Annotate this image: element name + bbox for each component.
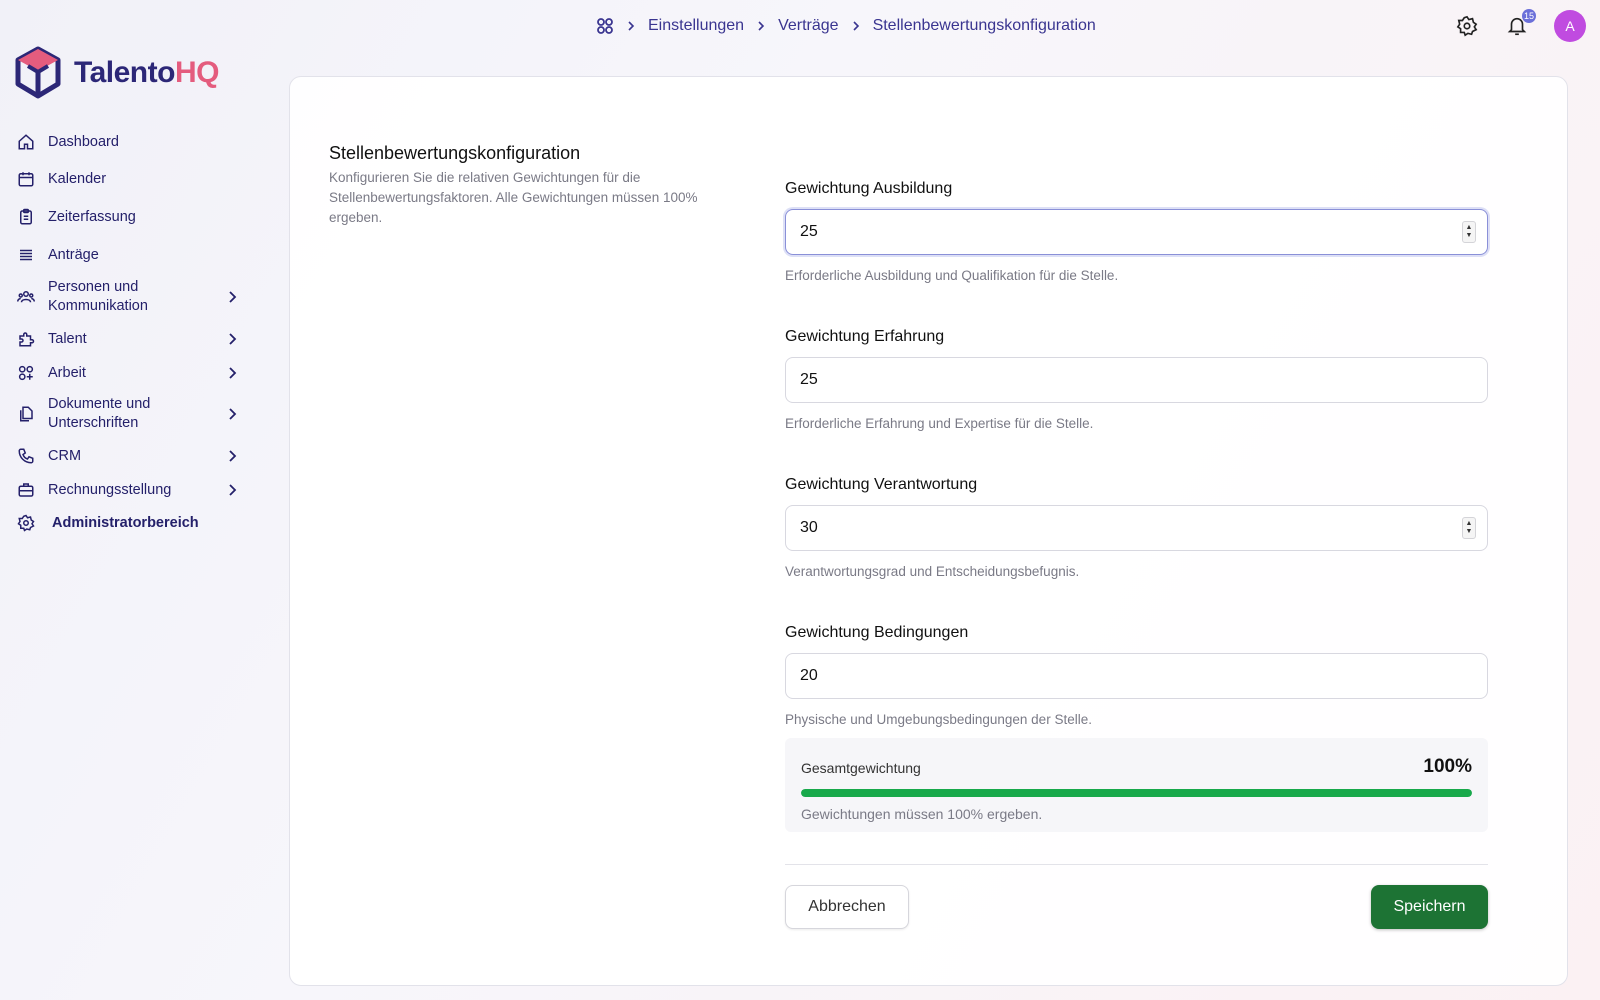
field-ausbildung: Gewichtung Ausbildung ▲▼ Erforderliche A… (785, 180, 1488, 283)
section-title: Stellenbewertungskonfiguration (329, 143, 581, 163)
stepper-down-icon[interactable]: ▼ (1466, 232, 1473, 240)
notifications-button[interactable]: 15 (1504, 9, 1536, 39)
sidebar-item-dashboard[interactable]: Dashboard (16, 132, 246, 152)
chevron-right-icon (229, 408, 237, 420)
sidebar-item-kalender[interactable]: Kalender (16, 169, 246, 189)
total-hint: Gewichtungen müssen 100% ergeben. (801, 806, 1043, 822)
calendar-icon (16, 169, 36, 189)
cancel-button[interactable]: Abbrechen (785, 885, 909, 929)
sidebar-item-talent[interactable]: Talent (16, 329, 246, 349)
input-wrapper: ▲▼ (785, 505, 1488, 551)
puzzle-icon (16, 329, 36, 349)
total-label: Gesamtgewichtung (801, 760, 921, 776)
field-verantwortung: Gewichtung Verantwortung ▲▼ Verantwortun… (785, 476, 1488, 579)
cube-logo-icon (15, 46, 61, 99)
field-label: Gewichtung Erfahrung (785, 328, 945, 345)
total-value: 100% (1423, 756, 1472, 777)
people-icon (16, 287, 36, 307)
briefcase-icon (16, 480, 36, 500)
avatar[interactable]: A (1554, 10, 1586, 42)
sidebar-item-crm[interactable]: CRM (16, 446, 246, 466)
number-stepper[interactable]: ▲ ▼ (1462, 517, 1476, 539)
sidebar-item-label: Dashboard (48, 133, 119, 150)
field-erfahrung: Gewichtung Erfahrung Erforderliche Erfah… (785, 328, 1488, 431)
field-label: Gewichtung Ausbildung (785, 180, 953, 197)
field-hint: Verantwortungsgrad und Entscheidungsbefu… (785, 564, 1080, 579)
sidebar-item-administrator[interactable]: Administratorbereich (16, 513, 246, 533)
sidebar-item-label: Anträge (48, 246, 99, 263)
chevron-right-icon (229, 333, 237, 345)
notification-badge: 15 (1521, 9, 1536, 23)
field-label: Gewichtung Verantwortung (785, 476, 978, 493)
brand-logo[interactable]: TalentoHQ (14, 46, 219, 100)
settings-button[interactable] (1454, 13, 1480, 39)
breadcrumb-vertraege[interactable]: Verträge (778, 17, 838, 35)
gear-icon (1456, 15, 1478, 37)
erfahrung-weight-input[interactable] (785, 357, 1488, 403)
total-progress-bar (801, 789, 1472, 797)
sidebar-item-label: Talent (48, 330, 87, 347)
divider (785, 864, 1488, 865)
sidebar-item-label: Zeiterfassung (48, 208, 136, 225)
chevron-right-icon (628, 21, 635, 31)
field-bedingungen: Gewichtung Bedingungen Physische und Umg… (785, 624, 1488, 727)
field-hint: Erforderliche Ausbildung und Qualifikati… (785, 268, 1119, 283)
sidebar-item-rechnungsstellung[interactable]: Rechnungsstellung (16, 480, 246, 500)
sidebar-item-antraege[interactable]: Anträge (16, 245, 246, 265)
field-label: Gewichtung Bedingungen (785, 624, 969, 641)
topbar-actions: 15 A (1454, 9, 1586, 42)
stepper-down-icon[interactable]: ▼ (1466, 528, 1473, 536)
input-wrapper (785, 653, 1488, 699)
chevron-right-icon (229, 450, 237, 462)
save-button[interactable]: Speichern (1371, 885, 1488, 929)
chevron-right-icon (229, 484, 237, 496)
stack-icon (16, 245, 36, 265)
number-stepper[interactable]: ▲ ▼ (1462, 221, 1476, 243)
sidebar-item-label: Personen und Kommunikation (48, 279, 148, 314)
home-icon (16, 132, 36, 152)
breadcrumb: Einstellungen Verträge Stellenbewertungs… (596, 16, 1096, 36)
section-intro: Stellenbewertungskonfiguration Konfiguri… (329, 143, 699, 228)
input-wrapper (785, 357, 1488, 403)
sidebar-item-label: CRM (48, 447, 82, 464)
bedingungen-weight-input[interactable] (785, 653, 1488, 699)
field-hint: Erforderliche Erfahrung und Expertise fü… (785, 416, 1094, 431)
sidebar-item-label: Kalender (48, 170, 107, 187)
widgets-icon (16, 363, 36, 383)
sidebar-item-label: Rechnungsstellung (48, 481, 172, 498)
apps-grid-icon[interactable] (596, 17, 614, 35)
phone-icon (16, 446, 36, 466)
sidebar: TalentoHQ Dashboard Kalender Zeiterfassu… (0, 0, 260, 1000)
stepper-up-icon[interactable]: ▲ (1466, 520, 1473, 528)
breadcrumb-einstellungen[interactable]: Einstellungen (648, 17, 744, 35)
sidebar-item-dokumente[interactable]: Dokumente und Unterschriften (16, 395, 246, 433)
gear-icon (16, 513, 36, 533)
chevron-right-icon (229, 367, 237, 379)
sidebar-item-zeiterfassung[interactable]: Zeiterfassung (16, 207, 246, 227)
sidebar-item-label: Dokumente und Unterschriften (48, 396, 151, 431)
sidebar-item-arbeit[interactable]: Arbeit (16, 363, 246, 383)
chevron-right-icon (758, 21, 765, 31)
progress-fill (801, 789, 1472, 797)
section-description: Konfigurieren Sie die relativen Gewichtu… (329, 170, 698, 225)
sidebar-item-personen[interactable]: Personen und Kommunikation (16, 278, 246, 316)
chevron-right-icon (229, 291, 237, 303)
field-hint: Physische und Umgebungsbedingungen der S… (785, 712, 1092, 727)
input-wrapper: ▲▼ (785, 209, 1488, 255)
total-weight-panel: Gesamtgewichtung 100% Gewichtungen müsse… (785, 738, 1488, 832)
clipboard-icon (16, 207, 36, 227)
verantwortung-weight-input[interactable] (785, 505, 1488, 551)
sidebar-item-label: Arbeit (48, 364, 86, 381)
chevron-right-icon (852, 21, 859, 31)
brand-name: TalentoHQ (74, 56, 219, 89)
stepper-up-icon[interactable]: ▲ (1466, 224, 1473, 232)
sidebar-item-label: Administratorbereich (52, 514, 199, 531)
breadcrumb-current[interactable]: Stellenbewertungskonfiguration (873, 17, 1096, 35)
documents-icon (16, 404, 36, 424)
ausbildung-weight-input[interactable] (785, 209, 1488, 255)
config-card: Stellenbewertungskonfiguration Konfiguri… (289, 76, 1568, 986)
